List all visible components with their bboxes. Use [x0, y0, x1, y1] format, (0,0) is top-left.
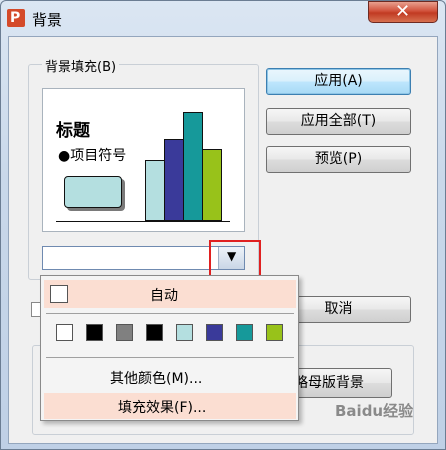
preview-chart-bar	[164, 139, 184, 221]
auto-color-label: 自动	[150, 288, 178, 304]
preview-button[interactable]: 预览(P)	[266, 146, 411, 173]
app-logo-icon: P	[7, 9, 25, 27]
preview-title-text: 标题	[56, 121, 90, 141]
menu-divider	[46, 357, 294, 358]
fill-effects-item[interactable]: 填充效果(F)...	[118, 397, 206, 417]
preview-chart-bar	[183, 112, 203, 221]
preview-rounded-shape	[64, 176, 122, 208]
color-swatch[interactable]	[236, 324, 253, 341]
auto-color-swatch	[50, 285, 68, 303]
close-button[interactable]: ✕	[368, 1, 438, 23]
apply-button[interactable]: 应用(A)	[266, 68, 411, 95]
dialog-title: 背景	[32, 11, 63, 29]
fill-group-label: 背景填充(B)	[42, 56, 120, 75]
color-swatch[interactable]	[206, 324, 223, 341]
preview-chart-bar	[202, 149, 222, 221]
color-swatch[interactable]	[176, 324, 193, 341]
preview-bullet-text: ●项目符号	[58, 148, 127, 164]
close-icon: ✕	[395, 1, 411, 22]
title-bar[interactable]: P 背景 ✕	[0, 0, 446, 36]
apply-all-button[interactable]: 应用全部(T)	[266, 108, 411, 135]
more-colors-item[interactable]: 其他颜色(M)...	[110, 368, 202, 388]
preview-chart-bar	[145, 159, 165, 221]
preview-chart-axis	[56, 221, 230, 222]
color-swatch[interactable]	[266, 324, 283, 341]
color-swatch[interactable]	[86, 324, 103, 341]
color-swatch[interactable]	[116, 324, 133, 341]
color-swatch[interactable]	[56, 324, 73, 341]
color-swatch[interactable]	[146, 324, 163, 341]
menu-divider	[46, 313, 294, 314]
watermark-text: Baidu经验	[335, 402, 414, 420]
